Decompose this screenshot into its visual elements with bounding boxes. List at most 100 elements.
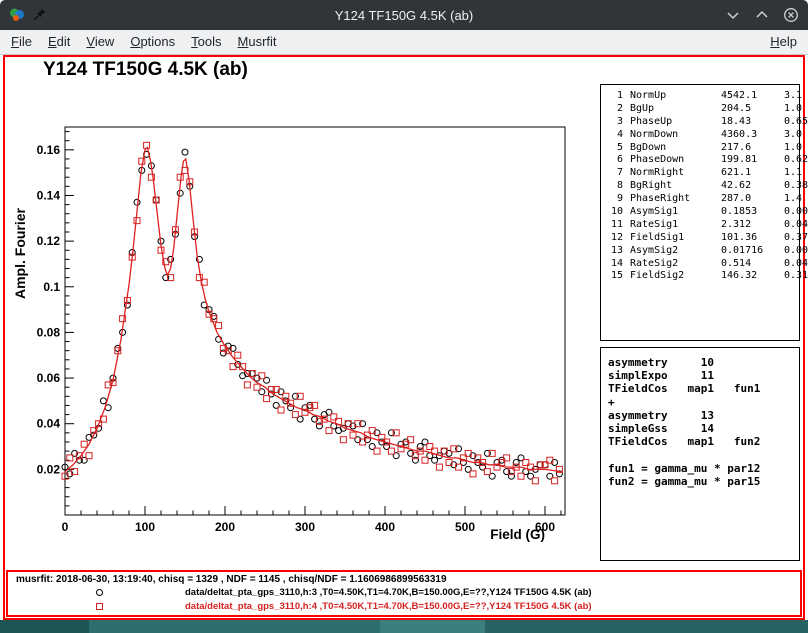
x-tick-label: 0 (62, 520, 69, 534)
menu-item-edit[interactable]: Edit (40, 30, 78, 54)
y-tick-label: 0.06 (37, 371, 61, 385)
y-tick-label: 0.12 (37, 234, 61, 248)
param-error: 1.0 (784, 142, 802, 155)
param-error: 0.65 (784, 116, 808, 129)
window-title: Y124 TF150G 4.5K (ab) (0, 8, 808, 23)
data-point-square (235, 352, 241, 358)
theory-line: fun1 = gamma_mu * par12 (608, 462, 797, 475)
theory-line: + (608, 396, 797, 409)
root-canvas[interactable]: 01002003004005006000.020.040.060.080.10.… (3, 55, 805, 620)
menu-item-options[interactable]: Options (122, 30, 183, 54)
param-idx: 6 (607, 154, 623, 167)
param-idx: 11 (607, 219, 623, 232)
theory-line: fun2 = gamma_mu * par15 (608, 475, 797, 488)
param-row: 11RateSig12.3120.043 (607, 219, 797, 232)
data-point-circle (100, 398, 106, 404)
param-error: 0.045 (784, 258, 808, 271)
data-point-square (81, 441, 87, 447)
legend-circle-marker (96, 589, 103, 596)
param-idx: 14 (607, 258, 623, 271)
minimize-button[interactable] (725, 7, 741, 23)
menu-bar-right: Help (762, 30, 805, 54)
x-tick-label: 200 (215, 520, 235, 534)
param-row: 12FieldSig1101.360.37 (607, 232, 797, 245)
theory-line: simplExpo 11 (608, 369, 797, 382)
info-box: musrfit: 2018-06-30, 13:19:40, chisq = 1… (6, 570, 802, 617)
param-error: 0.043 (784, 219, 808, 232)
theory-line: asymmetry 13 (608, 409, 797, 422)
data-point-square (326, 428, 332, 434)
param-row: 13AsymSig20.017160.00098 (607, 245, 797, 258)
param-value: 0.514 (721, 258, 777, 271)
param-idx: 9 (607, 193, 623, 206)
param-value: 42.62 (721, 180, 777, 193)
maximize-button[interactable] (754, 7, 770, 23)
app-icon[interactable] (9, 7, 25, 23)
menu-bar: FileEditViewOptionsToolsMusrfit Help (0, 30, 808, 55)
data-point-square (518, 473, 524, 479)
y-tick-label: 0.16 (37, 143, 61, 157)
param-idx: 12 (607, 232, 623, 245)
param-name: BgRight (630, 180, 714, 193)
data-point-square (86, 453, 92, 459)
param-row: 6PhaseDown199.810.62 (607, 154, 797, 167)
close-button[interactable] (783, 7, 799, 23)
menu-item-musrfit[interactable]: Musrfit (230, 30, 285, 54)
menu-item-view[interactable]: View (78, 30, 122, 54)
param-value: 204.5 (721, 103, 777, 116)
param-error: 3.1 (784, 90, 802, 103)
param-value: 199.81 (721, 154, 777, 167)
menu-item-file[interactable]: File (3, 30, 40, 54)
param-idx: 4 (607, 129, 623, 142)
data-point-square (484, 469, 490, 475)
param-error: 0.37 (784, 232, 808, 245)
app-window: Y124 TF150G 4.5K (ab) FileEditViewOption… (0, 0, 808, 633)
x-tick-label: 100 (135, 520, 155, 534)
theory-lines: asymmetry 10simplExpo 11 TFieldCos map1 f… (608, 356, 797, 488)
legend-rows: data/deltat_pta_gps_3110,h:3 ,T0=4.50K,T… (8, 585, 800, 613)
legend-square-marker (96, 603, 103, 610)
data-point-square (350, 432, 356, 438)
menu-bar-left: FileEditViewOptionsToolsMusrfit (3, 30, 285, 54)
y-tick-label: 0.04 (37, 417, 61, 431)
param-error: 0.62 (784, 154, 808, 167)
parameter-box: 1NormUp4542.13.12BgUp204.51.03PhaseUp18.… (600, 84, 800, 341)
data-point-circle (432, 457, 438, 463)
data-point-square (552, 478, 558, 484)
y-tick-label: 0.14 (37, 188, 61, 202)
param-idx: 1 (607, 90, 623, 103)
param-error: 0.31 (784, 270, 808, 283)
title-bar[interactable]: Y124 TF150G 4.5K (ab) (0, 0, 808, 30)
param-name: AsymSig1 (630, 206, 714, 219)
theory-line: asymmetry 10 (608, 356, 797, 369)
param-value: 4360.3 (721, 129, 777, 142)
param-value: 2.312 (721, 219, 777, 232)
data-point-square (244, 382, 250, 388)
param-idx: 3 (607, 116, 623, 129)
param-row: 8BgRight42.620.38 (607, 180, 797, 193)
plot-title: Y124 TF150G 4.5K (ab) (43, 59, 248, 81)
param-value: 4542.1 (721, 90, 777, 103)
theory-line: simpleGss 14 (608, 422, 797, 435)
pin-icon[interactable] (33, 7, 49, 23)
param-name: NormRight (630, 167, 714, 180)
data-point-circle (134, 199, 140, 205)
param-name: NormDown (630, 129, 714, 142)
data-point-square (134, 218, 140, 224)
menu-item-help[interactable]: Help (762, 30, 805, 54)
theory-box: asymmetry 10simplExpo 11 TFieldCos map1 f… (600, 347, 800, 561)
data-point-square (264, 396, 270, 402)
param-error: 0.00098 (784, 245, 808, 258)
param-value: 621.1 (721, 167, 777, 180)
param-value: 146.32 (721, 270, 777, 283)
data-point-square (422, 457, 428, 463)
data-point-square (470, 471, 476, 477)
param-name: RateSig1 (630, 219, 714, 232)
param-error: 0.0028 (784, 206, 808, 219)
data-point-square (532, 478, 538, 484)
x-tick-label: 400 (375, 520, 395, 534)
param-name: PhaseRight (630, 193, 714, 206)
menu-item-tools[interactable]: Tools (183, 30, 229, 54)
theory-line: TFieldCos map1 fun2 (608, 435, 797, 448)
data-point-square (278, 407, 284, 413)
